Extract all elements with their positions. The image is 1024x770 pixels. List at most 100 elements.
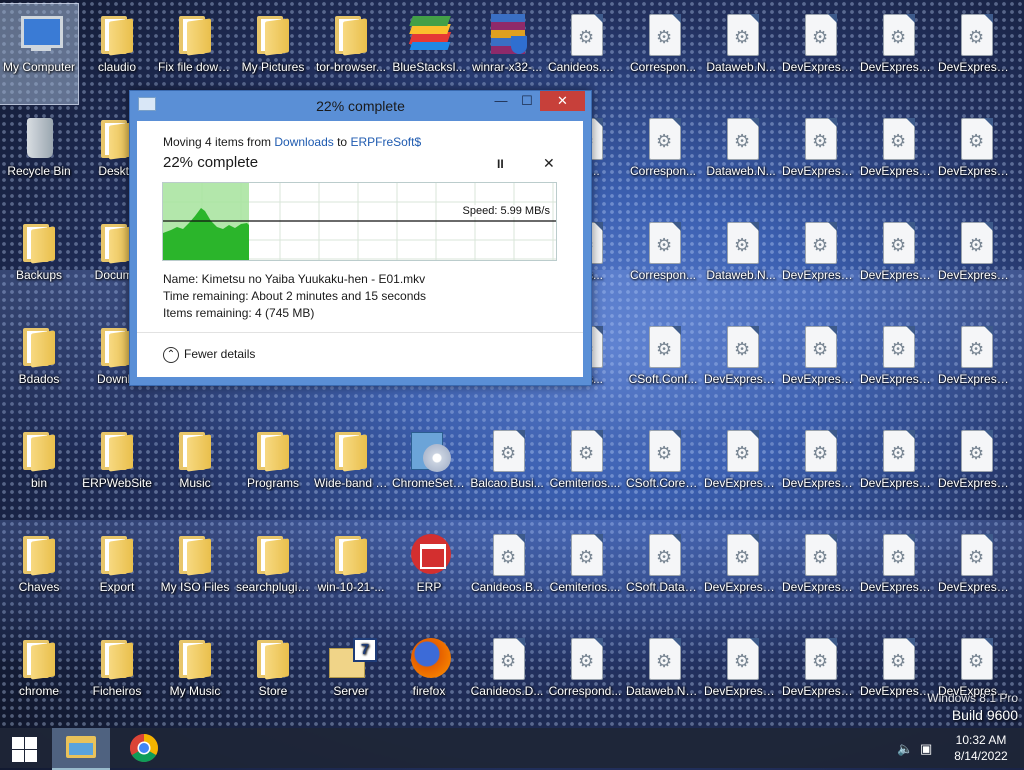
desktop-icon-devexpress[interactable]: ⚙ DevExpress.... — [858, 524, 936, 624]
desktop-icon-devexpress[interactable]: ⚙ DevExpress.... — [936, 212, 1014, 312]
desktop-icon-recycle-bin[interactable]: Recycle Bin — [0, 108, 78, 208]
desktop-icon-music[interactable]: Music — [156, 420, 234, 520]
speaker-muted-icon[interactable]: 🔈 — [897, 741, 917, 757]
desktop-icon-chromesetup[interactable]: ChromeSetup — [390, 420, 468, 520]
desktop-icon-server[interactable]: 7 Server — [312, 628, 390, 728]
desktop-icon-correspond[interactable]: ⚙ Correspond... — [546, 628, 624, 728]
desktop-icon-win-10-21[interactable]: win-10-21-... — [312, 524, 390, 624]
desktop-icon-devexpress[interactable]: ⚙ DevExpress.... — [936, 108, 1014, 208]
desktop-icon-dataweb-n[interactable]: ⚙ Dataweb.N... — [702, 212, 780, 312]
desktop-icon-csoft-data-dll[interactable]: ⚙ CSoft.Data.dll — [624, 524, 702, 624]
desktop-icon-devexpress[interactable]: ⚙ DevExpress.... — [702, 628, 780, 728]
desktop-icon-csoft-core-dll[interactable]: ⚙ CSoft.Core.dll — [624, 420, 702, 520]
desktop-icon-correspon[interactable]: ⚙ Correspon... — [624, 212, 702, 312]
desktop-icon-devexpress[interactable]: ⚙ DevExpress.... — [936, 524, 1014, 624]
dll-file-icon: ⚙ — [873, 10, 921, 58]
dll-file-icon: ⚙ — [639, 218, 687, 266]
desktop-icon-devexpress[interactable]: ⚙ DevExpress.... — [858, 420, 936, 520]
taskbar-file-explorer[interactable] — [52, 728, 110, 770]
desktop-icon-wide-band-websdr-in[interactable]: Wide-band WebSDR in ... — [312, 420, 390, 520]
desktop-icon-my-computer[interactable]: My Computer — [0, 3, 79, 105]
desktop-icon-winrar-x32[interactable]: winrar-x32-... — [468, 4, 546, 104]
desktop-icon-canideos-d[interactable]: ⚙ Canideos.D... — [468, 628, 546, 728]
desktop-icon-programs[interactable]: Programs — [234, 420, 312, 520]
desktop-icon-fix-file-downlo[interactable]: Fix file downlo... — [156, 4, 234, 104]
desktop-icon-ficheiros[interactable]: Ficheiros — [78, 628, 156, 728]
desktop-icon-devexpress[interactable]: ⚙ DevExpress.... — [780, 628, 858, 728]
desktop-icon-devexpress[interactable]: ⚙ DevExpress.... — [936, 316, 1014, 416]
desktop-icon-devexpress[interactable]: ⚙ DevExpress.... — [780, 524, 858, 624]
desktop-icon-label: Canideos.D... — [470, 684, 544, 698]
window-close-button[interactable]: ✕ — [540, 91, 585, 111]
start-button[interactable] — [0, 728, 48, 768]
desktop-icon-devexpress[interactable]: ⚙ DevExpress.... — [780, 4, 858, 104]
icon-part: ⚙ — [805, 14, 837, 56]
desktop-icon-devexpress[interactable]: ⚙ DevExpress.... — [936, 420, 1014, 520]
destination-link[interactable]: ERPFreSoft$ — [350, 135, 421, 149]
server-shortcut-icon: 7 — [327, 634, 377, 682]
desktop-icon-my-music[interactable]: My Music — [156, 628, 234, 728]
desktop-icon-firefox[interactable]: firefox — [390, 628, 468, 728]
desktop-icon-erpwebsite[interactable]: ERPWebSite — [78, 420, 156, 520]
desktop-icon-devexpress[interactable]: ⚙ DevExpress.... — [936, 4, 1014, 104]
desktop-icon-searchplugins[interactable]: searchplugins — [234, 524, 312, 624]
desktop-icon-my-pictures[interactable]: My Pictures — [234, 4, 312, 104]
desktop-icon-devexpress[interactable]: ⚙ DevExpress.... — [780, 420, 858, 520]
desktop-icon-devexpress[interactable]: ⚙ DevExpress.... — [780, 316, 858, 416]
desktop-icon-correspon[interactable]: ⚙ Correspon... — [624, 108, 702, 208]
desktop-icon-tor-browser[interactable]: tor-browser... — [312, 4, 390, 104]
taskbar-chrome[interactable] — [120, 728, 168, 768]
minimize-button[interactable]: — — [488, 91, 514, 111]
desktop-icon-canideos-b[interactable]: ⚙ Canideos.B... — [468, 524, 546, 624]
desktop-icon-devexpress[interactable]: ⚙ DevExpress.... — [858, 316, 936, 416]
desktop-icon-cemiterios[interactable]: ⚙ Cemiterios.... — [546, 524, 624, 624]
desktop-icon-csoft-conf[interactable]: ⚙ CSoft.Conf... — [624, 316, 702, 416]
source-link[interactable]: Downloads — [274, 135, 333, 149]
explorer-window-icon — [69, 743, 93, 755]
desktop-icon-canideos-ui[interactable]: ⚙ Canideos.UI... — [546, 4, 624, 104]
desktop-icon-label: DevExpress.... — [704, 372, 780, 386]
desktop-icon-backups[interactable]: Backups — [0, 212, 78, 312]
desktop-icon-devexpress[interactable]: ⚙ DevExpress.... — [780, 108, 858, 208]
desktop-icon-correspon[interactable]: ⚙ Correspon... — [624, 4, 702, 104]
icon-part: ⚙ — [578, 443, 595, 463]
fewer-details-button[interactable]: ⌃ Fewer details — [163, 347, 255, 363]
dll-file-icon: ⚙ — [639, 10, 687, 58]
desktop-icon-label: DevExpress.... — [782, 580, 858, 594]
desktop-icon-claudio[interactable]: claudio — [78, 4, 156, 104]
cancel-button[interactable]: ✕ — [543, 155, 555, 172]
desktop-icon-devexpress[interactable]: ⚙ DevExpress.... — [702, 420, 780, 520]
folder-icon — [15, 218, 63, 266]
desktop-icon-chaves[interactable]: Chaves — [0, 524, 78, 624]
desktop-icon-bluestacksi[interactable]: BlueStacksI... — [390, 4, 468, 104]
desktop-icon-erp[interactable]: ERP — [390, 524, 468, 624]
dll-file-icon: ⚙ — [873, 322, 921, 370]
desktop-icon-my-iso-files[interactable]: My ISO Files — [156, 524, 234, 624]
desktop-icon-cemiterios[interactable]: ⚙ Cemiterios.... — [546, 420, 624, 520]
desktop-icon-devexpress[interactable]: ⚙ DevExpress.... — [858, 4, 936, 104]
desktop-icon-devexpress[interactable]: ⚙ DevExpress.... — [858, 212, 936, 312]
desktop-icon-dataweb-n[interactable]: ⚙ Dataweb.N... — [702, 108, 780, 208]
desktop-icon-devexpress[interactable]: ⚙ DevExpress.... — [702, 524, 780, 624]
desktop-icon-devexpress[interactable]: ⚙ DevExpress.... — [702, 316, 780, 416]
desktop-icon-devexpress[interactable]: ⚙ DevExpress.... — [780, 212, 858, 312]
desktop-icon-store[interactable]: Store — [234, 628, 312, 728]
icon-part: ⚙ — [961, 534, 993, 576]
desktop-icon-export[interactable]: Export — [78, 524, 156, 624]
desktop-icon-devexpress[interactable]: ⚙ DevExpress.... — [858, 628, 936, 728]
desktop-icon-devexpress[interactable]: ⚙ DevExpress.... — [858, 108, 936, 208]
desktop-icon-bin[interactable]: bin — [0, 420, 78, 520]
desktop-icon-label: Cemiterios.... — [549, 580, 621, 594]
desktop-icon-dataweb-ns[interactable]: ⚙ Dataweb.NS... — [624, 628, 702, 728]
system-clock[interactable]: 10:32 AM 8/14/2022 — [946, 732, 1016, 764]
pause-button[interactable]: II — [497, 157, 504, 171]
maximize-button[interactable]: ☐ — [514, 91, 540, 111]
network-icon[interactable]: ▣ — [920, 741, 938, 757]
desktop-icon-dataweb-n[interactable]: ⚙ Dataweb.N... — [702, 4, 780, 104]
windows-edition: Windows 8.1 Pro — [927, 691, 1018, 705]
desktop-icon-balcao-busi[interactable]: ⚙ Balcao.Busi... — [468, 420, 546, 520]
desktop-icon-label: bin — [30, 476, 47, 490]
desktop-icon-chrome[interactable]: chrome — [0, 628, 78, 728]
desktop-icon-bdados[interactable]: Bdados — [0, 316, 78, 416]
dialog-titlebar[interactable]: 22% complete — ☐ ✕ — [130, 91, 591, 119]
